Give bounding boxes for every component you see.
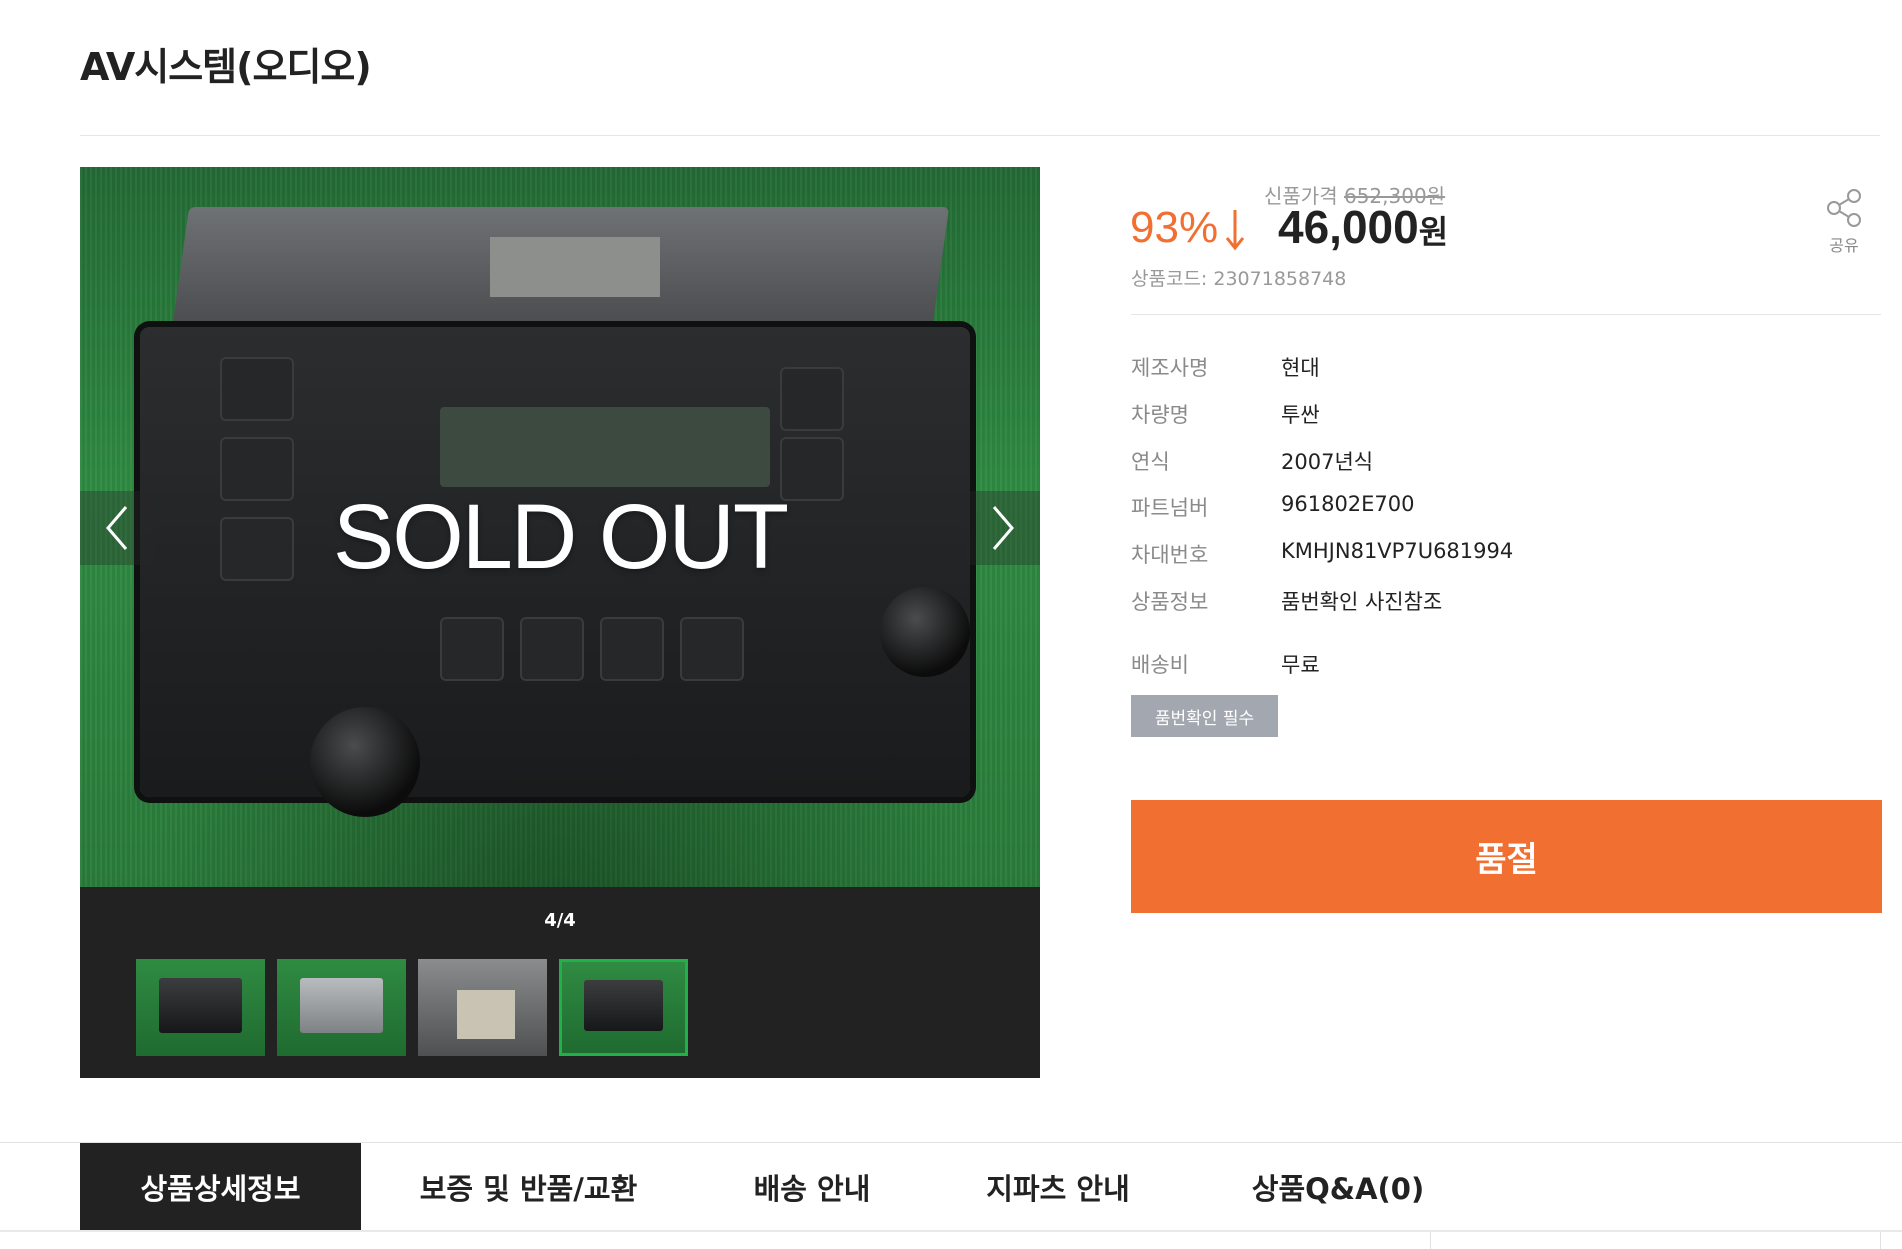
- share-icon: [1827, 189, 1861, 227]
- thumbnail-2[interactable]: [277, 959, 406, 1056]
- tabs-bottom-divider: [0, 1230, 1902, 1232]
- arrow-down-icon: [1225, 210, 1245, 251]
- content-divider: [1880, 1232, 1881, 1249]
- spec-label: 차대번호: [1131, 543, 1209, 567]
- spec-label: 연식: [1131, 450, 1170, 474]
- thumbnail-3[interactable]: [418, 959, 547, 1056]
- share-label: 공유: [1829, 236, 1859, 255]
- shipping-label: 배송비: [1131, 653, 1189, 677]
- image-counter: 4/4: [544, 910, 576, 931]
- info-divider: [1131, 314, 1881, 315]
- spec-label: 제조사명: [1131, 356, 1209, 380]
- currency-unit: 원: [1418, 213, 1449, 251]
- part-number-required-badge: 품번확인 필수: [1131, 695, 1278, 737]
- thumbnail-1[interactable]: [136, 959, 265, 1056]
- product-gallery: SOLD OUT 4/4: [80, 167, 1040, 1078]
- spec-value: 961802E700: [1281, 492, 1415, 516]
- discount-rate: 93%: [1130, 203, 1219, 252]
- thumbnail-4[interactable]: [559, 959, 688, 1056]
- title-divider: [80, 135, 1880, 136]
- product-code-line: 상품코드: 23071858748: [1131, 264, 1346, 291]
- product-code: 23071858748: [1213, 268, 1347, 290]
- prev-image-button[interactable]: [80, 491, 154, 565]
- page-title: AV시스템(오디오): [80, 45, 372, 89]
- next-image-button[interactable]: [966, 491, 1040, 565]
- spec-value: 2007년식: [1281, 450, 1374, 474]
- sold-out-button[interactable]: 품절: [1131, 800, 1882, 913]
- thumbnail-strip: [136, 959, 688, 1057]
- sale-price-line: 46,000원: [1278, 200, 1448, 254]
- sold-out-overlay: SOLD OUT: [332, 486, 789, 588]
- content-divider: [1430, 1232, 1431, 1249]
- spec-label: 상품정보: [1131, 590, 1209, 614]
- spec-value: 현대: [1281, 356, 1320, 380]
- spec-value: 품번확인 사진참조: [1281, 590, 1443, 614]
- chevron-left-icon: [106, 506, 128, 550]
- tab-gparts-info[interactable]: 지파츠 안내: [928, 1143, 1188, 1230]
- tab-warranty-returns[interactable]: 보증 및 반품/교환: [361, 1143, 696, 1230]
- tab-shipping-info[interactable]: 배송 안내: [696, 1143, 928, 1230]
- tab-product-details[interactable]: 상품상세정보: [80, 1143, 361, 1230]
- spec-value: 투싼: [1281, 403, 1320, 427]
- spec-label: 파트넘버: [1131, 496, 1209, 520]
- product-code-label: 상품코드:: [1131, 268, 1208, 290]
- chevron-right-icon: [992, 506, 1014, 550]
- spec-label: 차량명: [1131, 403, 1189, 427]
- detail-tabs: 상품상세정보 보증 및 반품/교환 배송 안내 지파츠 안내 상품Q&A(0): [80, 1143, 1488, 1230]
- tab-product-qna[interactable]: 상품Q&A(0): [1188, 1143, 1488, 1230]
- shipping-value: 무료: [1281, 653, 1320, 677]
- sale-price: 46,000: [1278, 201, 1419, 253]
- share-button[interactable]: 공유: [1822, 188, 1866, 256]
- main-product-image: SOLD OUT: [80, 167, 1040, 887]
- spec-value: KMHJN81VP7U681994: [1281, 539, 1514, 563]
